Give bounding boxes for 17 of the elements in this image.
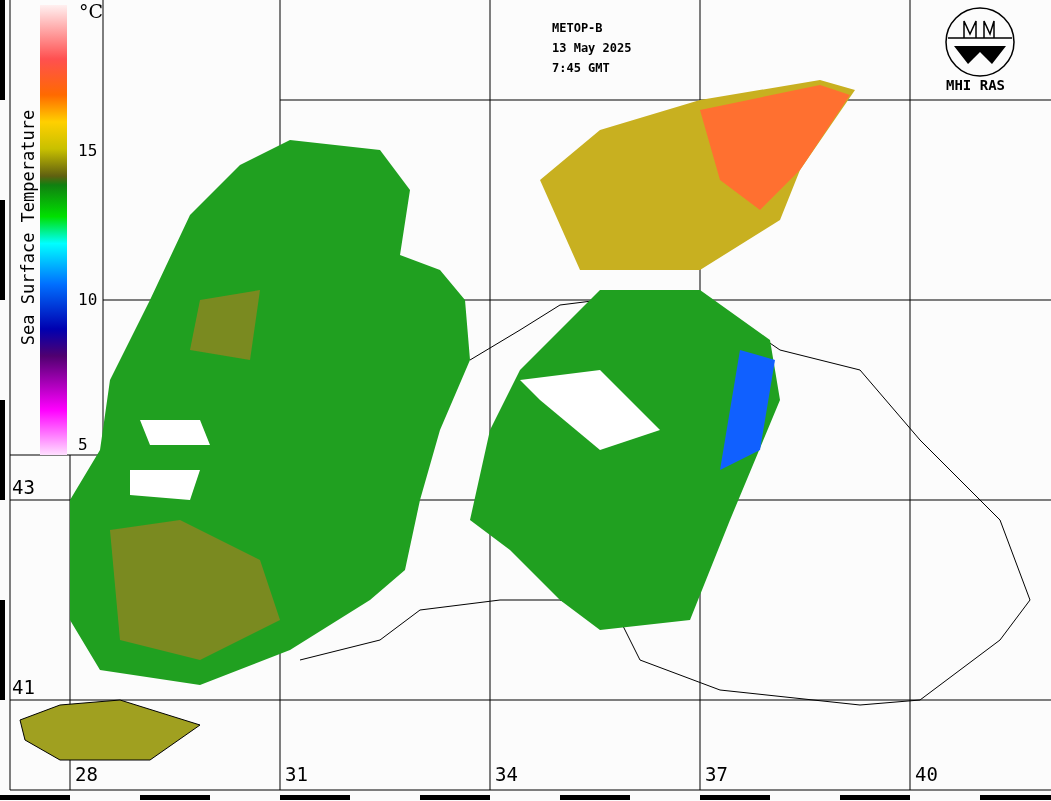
- legend-title: Sea Surface Temperature: [19, 108, 37, 348]
- latitude-label: 41: [12, 678, 35, 697]
- longitude-label: 37: [705, 765, 728, 784]
- scale-tick-label: 5: [78, 437, 88, 453]
- map-caption-text: METOP-B: [552, 22, 603, 34]
- scale-tick-label: 10: [78, 292, 98, 308]
- map-caption-text: 13 May 2025: [552, 42, 632, 54]
- longitude-label: 34: [495, 765, 518, 784]
- logo-text: MHI RAS: [946, 78, 1005, 92]
- longitude-label: 40: [915, 765, 938, 784]
- longitude-label: 31: [285, 765, 308, 784]
- unit-label: °C: [79, 2, 104, 21]
- map-caption-text: 7:45 GMT: [552, 62, 610, 74]
- longitude-label: 28: [75, 765, 98, 784]
- latitude-label: 43: [12, 478, 35, 497]
- logo-icon: [944, 6, 1016, 78]
- scale-tick-label: 15: [78, 143, 98, 159]
